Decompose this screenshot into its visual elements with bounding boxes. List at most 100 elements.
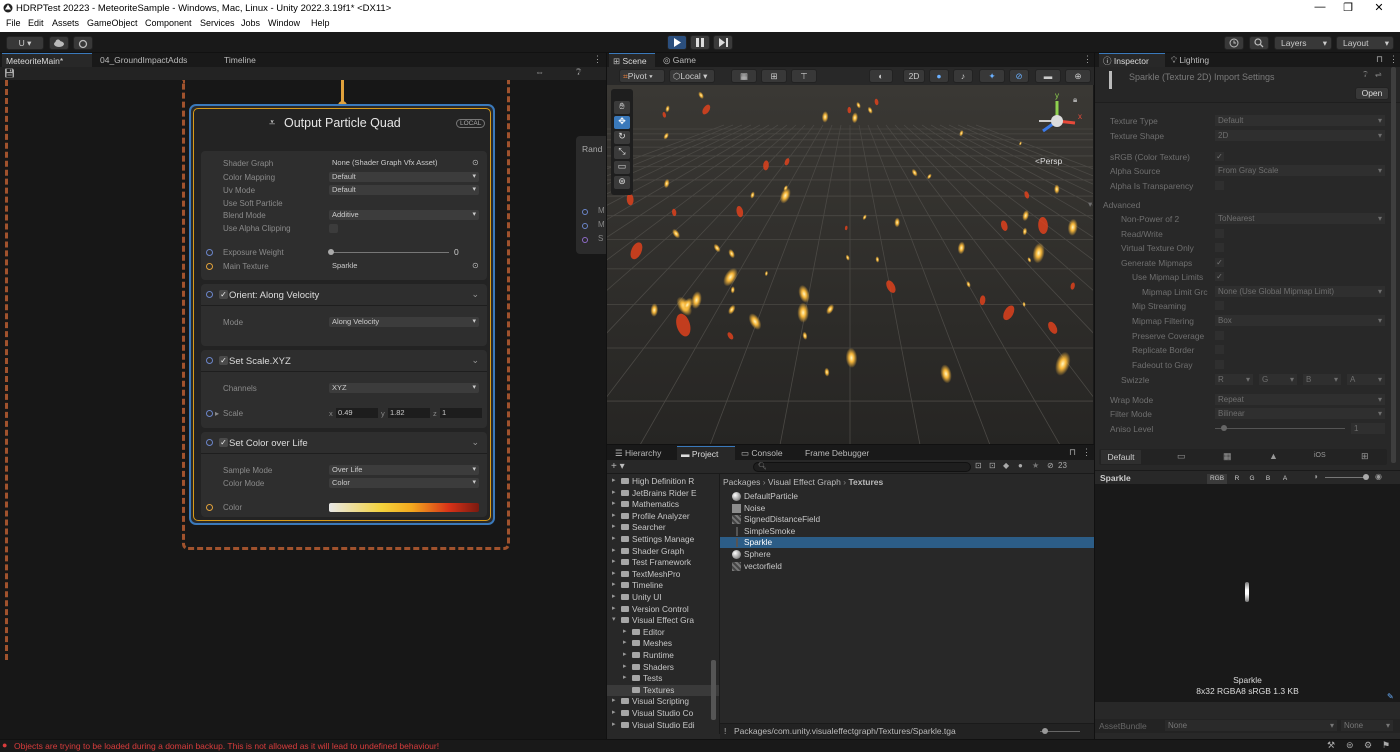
build-icon[interactable]: ⚒ xyxy=(1327,740,1335,751)
gizmos-dropdown[interactable]: ⊕ xyxy=(1065,69,1091,83)
menu-services[interactable]: Services xyxy=(200,18,235,28)
collab-button[interactable] xyxy=(73,36,93,50)
persp-label[interactable]: <Persp xyxy=(1035,156,1062,166)
setting-dropdown[interactable]: 2D ▾ xyxy=(1215,130,1385,141)
menu-edit[interactable]: Edit xyxy=(28,18,44,28)
shader-graph-field[interactable]: None (Shader Graph Vfx Asset) xyxy=(329,158,479,168)
side-port[interactable] xyxy=(582,237,588,243)
history-button[interactable] xyxy=(1224,36,1244,50)
maximize-button[interactable]: ❐ xyxy=(1341,1,1355,14)
collapse-chevron-icon[interactable]: ⌄ xyxy=(471,437,479,448)
server-icon[interactable]: ▦ xyxy=(1223,451,1232,462)
setting-dropdown[interactable]: Repeat ▾ xyxy=(1215,394,1385,405)
account-dropdown[interactable]: U ▾ xyxy=(6,36,44,50)
asset-item[interactable]: DefaultParticle xyxy=(720,491,1094,502)
setting-dropdown[interactable]: Bilinear ▾ xyxy=(1215,408,1385,419)
snap-increment-button[interactable]: ⊞ xyxy=(761,69,787,83)
close-button[interactable]: ✕ xyxy=(1372,1,1386,14)
debug-icon[interactable]: ⚑ xyxy=(1382,740,1390,751)
collapse-chevron-icon[interactable]: ⌄ xyxy=(471,355,479,366)
block-port[interactable] xyxy=(206,439,213,446)
setting-dropdown[interactable]: None (Use Global Mipmap Limit) ▾ xyxy=(1215,286,1385,297)
swizzle-dropdown[interactable]: G ▾ xyxy=(1259,374,1297,385)
sample-mode-dropdown[interactable]: Over Life ▾ xyxy=(329,465,479,475)
cloud-button[interactable] xyxy=(49,36,69,50)
tab-timeline[interactable]: Timeline xyxy=(220,53,280,67)
collapse-chevron-icon[interactable]: ⌄ xyxy=(471,289,479,300)
assetbundle-variant-dropdown[interactable]: None ▾ xyxy=(1341,720,1393,731)
alpha-clipping-checkbox[interactable] xyxy=(329,224,338,233)
set-color-block[interactable]: ✓ Set Color over Life ⌄ Sample Mode Over… xyxy=(201,432,487,517)
scene-viewport[interactable]: ✋︎ ✥ ↻ ⤡ ▭ ⊛ y x 🔒︎ <Persp xyxy=(607,85,1093,444)
tab-menu-icon[interactable]: ⋮ xyxy=(1083,54,1092,65)
color-mode-dropdown[interactable]: Color ▾ xyxy=(329,478,479,488)
exposure-value[interactable]: 0 xyxy=(454,247,459,257)
aniso-value-field[interactable]: 1 xyxy=(1351,423,1385,434)
asset-item[interactable]: Sparkle xyxy=(720,537,1094,549)
lighting-toggle[interactable]: ● xyxy=(929,69,949,83)
exposure-slider-track[interactable] xyxy=(331,252,449,253)
rotate-tool-icon[interactable]: ↻ xyxy=(614,131,630,144)
channel-g[interactable]: G xyxy=(1246,474,1258,484)
mip-slider[interactable] xyxy=(1325,477,1367,478)
lock-icon[interactable]: ⊓ xyxy=(1376,54,1383,65)
uv-mode-dropdown[interactable]: Default ▾ xyxy=(329,185,479,195)
exposure-slider-handle[interactable] xyxy=(328,249,334,255)
input-port[interactable] xyxy=(206,410,213,417)
tab-lighting[interactable]: 💡︎ Lighting xyxy=(1167,53,1227,67)
menu-help[interactable]: Help xyxy=(311,18,330,28)
block-port[interactable] xyxy=(206,291,213,298)
platform-default-tab[interactable]: Default xyxy=(1101,450,1141,464)
asset-item[interactable]: SignedDistanceField xyxy=(720,514,1094,525)
android-icon[interactable]: ▲ xyxy=(1269,451,1278,461)
setting-dropdown[interactable]: From Gray Scale ▾ xyxy=(1215,165,1385,176)
blend-mode-dropdown[interactable]: Additive ▾ xyxy=(329,210,479,220)
hidden-objects-toggle[interactable]: ⊘ xyxy=(1009,69,1029,83)
output-particle-quad-node[interactable]: ⩡ Output Particle Quad LOCAL Shader Grap… xyxy=(189,104,495,525)
menu-assets[interactable]: Assets xyxy=(52,18,79,28)
object-picker-icon[interactable]: ⊙ xyxy=(472,261,479,270)
set-scale-block[interactable]: ✓ Set Scale.XYZ ⌄ Channels XYZ ▾ ▸ Scale … xyxy=(201,350,487,428)
preview-eye-icon[interactable]: ✎ xyxy=(1387,692,1394,701)
swizzle-dropdown[interactable]: A ▾ xyxy=(1347,374,1385,385)
menu-gameobject[interactable]: GameObject xyxy=(87,18,138,28)
scale-y-field[interactable]: 1.82 xyxy=(388,408,430,418)
foldout-arrow-icon[interactable]: ▾ xyxy=(1088,199,1092,209)
channels-dropdown[interactable]: XYZ ▾ xyxy=(329,383,479,393)
setting-checkbox[interactable] xyxy=(1215,331,1224,340)
swizzle-dropdown[interactable]: B ▾ xyxy=(1303,374,1341,385)
orient-block[interactable]: ✓ Orient: Along Velocity ⌄ Mode Along Ve… xyxy=(201,284,487,346)
transform-tool-icon[interactable]: ⊛ xyxy=(614,176,630,189)
asset-item[interactable]: SimpleSmoke xyxy=(720,526,1094,537)
error-icon[interactable]: ● xyxy=(2,740,7,750)
setting-dropdown[interactable]: ToNearest ▾ xyxy=(1215,213,1385,224)
hand-tool-icon[interactable]: ✋︎ xyxy=(614,101,630,114)
menu-jobs[interactable]: Jobs xyxy=(241,18,260,28)
help-icon[interactable]: ❔︎ xyxy=(576,67,581,78)
grid-snap-button[interactable]: ▦ xyxy=(731,69,757,83)
menu-window[interactable]: Window xyxy=(268,18,300,28)
asset-item[interactable]: Noise xyxy=(720,503,1094,514)
2d-toggle[interactable]: 2D xyxy=(903,69,925,83)
local-dropdown[interactable]: ⬡Local ▾ xyxy=(669,69,715,83)
snap-button[interactable]: ⊤ xyxy=(791,69,817,83)
pause-button[interactable] xyxy=(690,35,710,50)
color-mapping-dropdown[interactable]: Default ▾ xyxy=(329,172,479,182)
pivot-dropdown[interactable]: ⌗Pivot ▾ xyxy=(619,69,665,83)
setting-checkbox[interactable] xyxy=(1215,229,1224,238)
audio-toggle[interactable]: ♪ xyxy=(953,69,973,83)
block-enabled-checkbox[interactable]: ✓ xyxy=(219,356,228,365)
expand-arrow-icon[interactable]: ▸ xyxy=(215,409,219,418)
monitor-icon[interactable]: ▭ xyxy=(1177,451,1186,462)
side-port[interactable] xyxy=(582,223,588,229)
scale-tool-icon[interactable]: ⤡ xyxy=(614,146,630,159)
asset-item[interactable]: Sphere xyxy=(720,549,1094,560)
input-port[interactable] xyxy=(206,504,213,511)
setting-dropdown[interactable]: Box ▾ xyxy=(1215,315,1385,326)
move-tool-icon[interactable]: ✥ xyxy=(614,116,630,129)
scale-z-field[interactable]: 1 xyxy=(440,408,482,418)
effects-dropdown[interactable]: ✦ xyxy=(979,69,1005,83)
camera-dropdown[interactable]: ▬ xyxy=(1035,69,1061,83)
setting-checkbox[interactable]: ✓ xyxy=(1215,272,1224,281)
tab-menu-icon[interactable]: ⋮ xyxy=(1389,54,1398,65)
